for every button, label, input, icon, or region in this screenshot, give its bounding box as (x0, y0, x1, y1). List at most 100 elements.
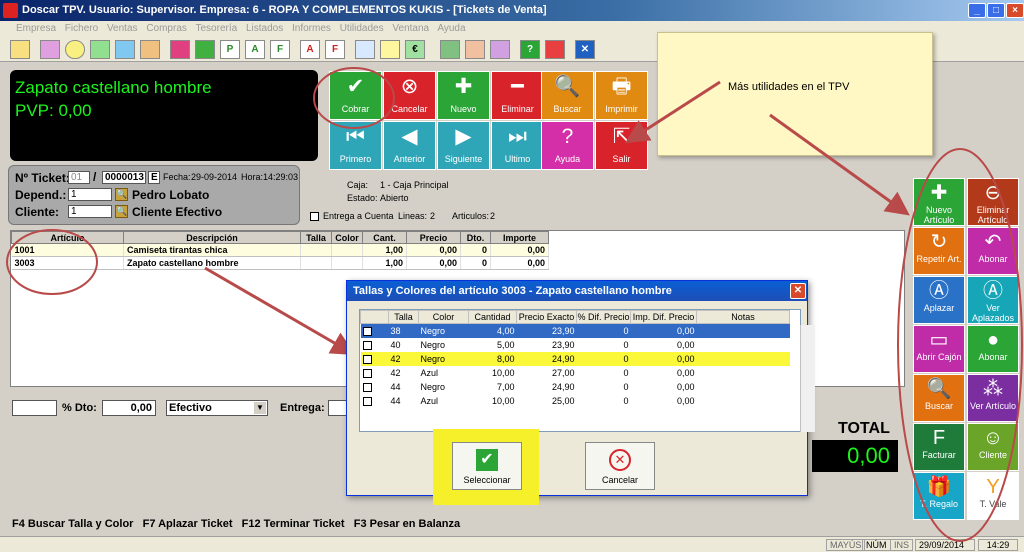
variants-col-impdif[interactable]: Imp. Dif. Precio (630, 310, 697, 324)
a-red-doc-icon[interactable]: A (300, 40, 320, 59)
document-icon[interactable] (90, 40, 110, 59)
help-icon[interactable]: ? (520, 40, 540, 59)
entrega-cuenta-checkbox[interactable] (310, 212, 319, 221)
side-tile-t-regalo[interactable]: 🎁 T. Regalo (913, 472, 965, 520)
variant-row[interactable]: 42 Negro 8,00 24,90 0 0,00 (360, 351, 790, 366)
action-tile-cobrar[interactable]: ✔ Cobrar (329, 71, 382, 120)
side-tile-t-vale[interactable]: Y T. Vale (967, 472, 1019, 520)
variant-checkbox[interactable] (362, 396, 372, 406)
entrega-field[interactable] (328, 400, 348, 416)
variants-scrollbar[interactable] (800, 325, 815, 432)
side-tile-aplazar[interactable]: Ⓐ Aplazar (913, 276, 965, 324)
f-red-doc-icon[interactable]: F (325, 40, 345, 59)
maximize-button[interactable]: □ (987, 3, 1005, 18)
col-articulo[interactable]: Artículo (11, 231, 124, 244)
users-icon[interactable] (40, 40, 60, 59)
col-dto[interactable]: Dto. (460, 231, 491, 244)
ticket-number-field[interactable]: 0000013 (102, 171, 146, 184)
menu-fichero[interactable]: Fichero (65, 23, 98, 34)
side-tile-ver-artículo[interactable]: ⁂ Ver Artículo (967, 374, 1019, 422)
action-tile-buscar[interactable]: 🔍 Buscar (541, 71, 594, 120)
variant-row[interactable]: 44 Negro 7,00 24,90 0 0,00 (361, 380, 790, 394)
open-icon[interactable] (10, 40, 30, 59)
close-button[interactable]: × (1006, 3, 1024, 18)
action-tile-ayuda[interactable]: ? Ayuda (541, 121, 594, 170)
p-doc-icon[interactable]: P (220, 40, 240, 59)
dialog-close-button[interactable]: ✕ (790, 283, 806, 299)
tag-icon[interactable] (195, 40, 215, 59)
col-color[interactable]: Color (331, 231, 363, 244)
side-tile-abonar[interactable]: ↶ Abonar (967, 227, 1019, 275)
action-tile-nuevo[interactable]: ✚ Nuevo (437, 71, 490, 120)
variant-checkbox[interactable] (362, 368, 372, 378)
table-row[interactable]: 1001 Camiseta tirantas chica 1,00 0,00 0… (11, 243, 549, 257)
cancelar-dialog-button[interactable]: ✕ Cancelar (585, 442, 655, 490)
ticket-e-button[interactable]: E (148, 171, 160, 184)
col-descripcion[interactable]: Descripción (123, 231, 301, 244)
menu-ventas[interactable]: Ventas (107, 23, 138, 34)
a-doc-icon[interactable]: A (245, 40, 265, 59)
variant-row[interactable]: 40 Negro 5,00 23,90 0 0,00 (361, 338, 790, 352)
variant-row[interactable]: 44 Azul 10,00 25,00 0 0,00 (361, 394, 790, 408)
gears-icon[interactable] (440, 40, 460, 59)
variants-col-color[interactable]: Color (418, 310, 469, 324)
notes-icon[interactable] (380, 40, 400, 59)
variant-checkbox[interactable] (362, 382, 372, 392)
euro-icon[interactable]: € (405, 40, 425, 59)
action-tile-imprimir[interactable]: 🖶 Imprimir (595, 71, 648, 120)
variant-row[interactable]: 42 Azul 10,00 27,00 0 0,00 (361, 366, 790, 380)
menu-informes[interactable]: Informes (292, 23, 331, 34)
action-tile-anterior[interactable]: ◀ Anterior (383, 121, 436, 170)
variants-col-notas[interactable]: Notas (696, 310, 790, 324)
col-cant[interactable]: Cant. (362, 231, 407, 244)
menu-utilidades[interactable]: Utilidades (340, 23, 384, 34)
side-tile-buscar[interactable]: 🔍 Buscar (913, 374, 965, 422)
col-importe[interactable]: Importe (490, 231, 549, 244)
action-tile-siguiente[interactable]: ▶ Siguiente (437, 121, 490, 170)
variant-checkbox[interactable] (362, 326, 372, 336)
phone-icon[interactable] (465, 40, 485, 59)
variant-checkbox[interactable] (362, 340, 372, 350)
exit-icon[interactable] (545, 40, 565, 59)
clothes-icon[interactable] (115, 40, 135, 59)
calc-icon[interactable] (140, 40, 160, 59)
menu-compras[interactable]: Compras (146, 23, 187, 34)
smiley-icon[interactable] (65, 40, 85, 59)
action-tile-ultimo[interactable]: ⏭ Ultimo (491, 121, 544, 170)
menu-ayuda[interactable]: Ayuda (437, 23, 465, 34)
menu-listados[interactable]: Listados (246, 23, 283, 34)
side-tile-cliente[interactable]: ☺ Cliente (967, 423, 1019, 471)
action-tile-cancelar[interactable]: ⊗ Cancelar (383, 71, 436, 120)
settings-doc-icon[interactable] (355, 40, 375, 59)
tools-icon[interactable]: ✕ (575, 40, 595, 59)
dto-field[interactable]: 0,00 (102, 400, 156, 416)
menu-tesoreria[interactable]: Tesorería (196, 23, 238, 34)
side-tile-repetir-art-[interactable]: ↻ Repetir Art. (913, 227, 965, 275)
chart-icon[interactable] (170, 40, 190, 59)
variants-col-cantidad[interactable]: Cantidad (468, 310, 517, 324)
chevron-down-icon[interactable]: ▼ (254, 402, 266, 414)
payment-select[interactable]: Efectivo ▼ (166, 400, 268, 416)
ticket-series-field[interactable]: 01 (68, 171, 90, 184)
side-tile-facturar[interactable]: F Facturar (913, 423, 965, 471)
depend-search-icon[interactable]: 🔍 (115, 188, 128, 201)
menu-empresa[interactable]: Empresa (16, 23, 56, 34)
variant-row[interactable]: 38 Negro 4,00 23,90 0 0,00 (360, 323, 790, 338)
f-doc-icon[interactable]: F (270, 40, 290, 59)
action-tile-salir[interactable]: ⇱ Salir (595, 121, 648, 170)
calendar-icon[interactable] (490, 40, 510, 59)
variants-col-talla[interactable]: Talla (388, 310, 419, 324)
action-tile-primero[interactable]: ⏮ Primero (329, 121, 382, 170)
action-tile-eliminar[interactable]: ━ Eliminar (491, 71, 544, 120)
side-tile-abrir-cajón[interactable]: ▭ Abrir Cajón (913, 325, 965, 373)
side-tile-ver-aplazados[interactable]: Ⓐ Ver Aplazados (967, 276, 1019, 324)
seleccionar-button[interactable]: ✔ Seleccionar (452, 442, 522, 490)
col-talla[interactable]: Talla (300, 231, 332, 244)
minimize-button[interactable]: _ (968, 3, 986, 18)
side-tile-nuevo-artículo[interactable]: ✚ Nuevo Artículo (913, 178, 965, 226)
side-tile-eliminar-artículo[interactable]: ⊖ Eliminar Artículo (967, 178, 1019, 226)
table-row[interactable]: 3003 Zapato castellano hombre 1,00 0,00 … (11, 256, 549, 270)
variants-col-precio[interactable]: Precio Exacto (516, 310, 577, 324)
cliente-search-icon[interactable]: 🔍 (115, 205, 128, 218)
col-precio[interactable]: Precio (406, 231, 461, 244)
